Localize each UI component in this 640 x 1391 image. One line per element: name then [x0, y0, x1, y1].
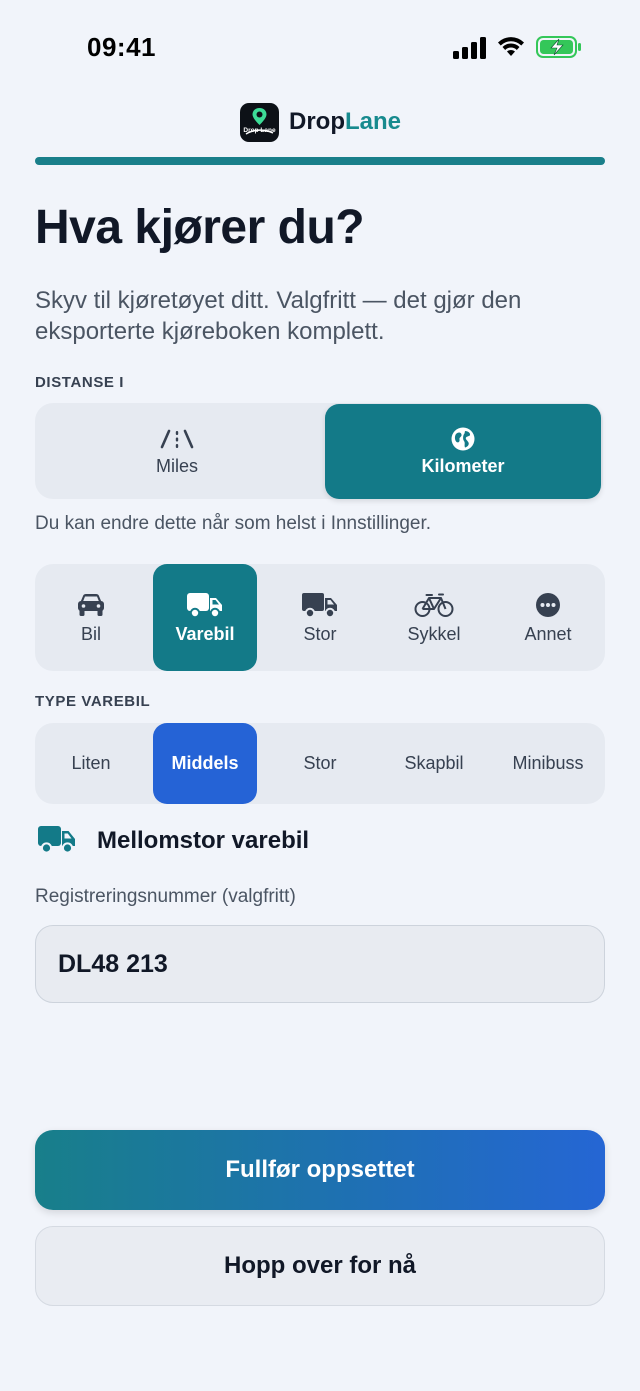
vehicle-option-stor[interactable]: Stor	[268, 564, 372, 671]
cellular-signal-icon	[453, 37, 486, 59]
distance-section-label: DISTANSE I	[35, 374, 125, 391]
van-type-option-liten[interactable]: Liten	[39, 723, 143, 804]
vehicle-option-sykkel[interactable]: Sykkel	[382, 564, 486, 671]
van-type-option-middels[interactable]: Middels	[153, 723, 257, 804]
vehicle-option-label: Sykkel	[407, 624, 461, 644]
wifi-icon	[498, 37, 524, 56]
vehicle-option-annet[interactable]: Annet	[496, 564, 600, 671]
more-icon	[535, 590, 561, 620]
vehicle-option-label: Bil	[80, 624, 101, 644]
globe-icon	[450, 426, 476, 452]
page-title: Hva kjører du?	[35, 201, 365, 254]
vehicle-option-varebil[interactable]: Varebil	[153, 564, 257, 671]
battery-charging-icon	[536, 36, 581, 58]
vehicle-option-label: Stor	[303, 624, 337, 644]
van-type-section-label: TYPE VAREBIL	[35, 693, 151, 710]
droplane-logo-icon: Drop Lane	[240, 102, 279, 142]
truck-icon	[301, 590, 339, 620]
road-icon	[159, 426, 195, 452]
car-icon	[76, 590, 106, 620]
brand-header: Drop Lane DropLane	[240, 102, 401, 142]
selected-vehicle-summary: Mellomstor varebil	[37, 822, 309, 860]
van-icon	[37, 823, 77, 860]
distance-option-label: Miles	[155, 455, 198, 476]
distance-hint: Du kan endre dette når som helst i Innst…	[35, 513, 432, 534]
vehicle-option-label: Varebil	[175, 624, 235, 644]
page-subtitle: Skyv til kjøretøyet ditt. Valgfritt — de…	[35, 287, 522, 345]
svg-text:Drop Lane: Drop Lane	[243, 127, 276, 134]
van-type-segmented-control: Liten Middels Stor Skapbil Minibuss	[35, 723, 605, 804]
status-bar: 09:41	[0, 0, 640, 96]
distance-option-miles[interactable]: Miles	[35, 403, 319, 499]
vehicle-option-bil[interactable]: Bil	[39, 564, 143, 671]
bicycle-icon	[414, 590, 454, 620]
brand-name: DropLane	[289, 108, 402, 135]
vehicle-option-label: Annet	[524, 624, 572, 644]
van-icon	[186, 590, 224, 620]
onboarding-progress-bar	[35, 157, 605, 165]
distance-unit-segmented-control: Miles Kilometer	[35, 403, 603, 499]
distance-option-kilometer[interactable]: Kilometer	[325, 404, 601, 499]
registration-label: Registreringsnummer (valgfritt)	[35, 886, 296, 907]
skip-for-now-button[interactable]: Hopp over for nå	[35, 1226, 605, 1306]
registration-input[interactable]	[35, 925, 605, 1003]
van-type-option-stor[interactable]: Stor	[268, 723, 372, 804]
distance-option-label: Kilometer	[421, 456, 505, 476]
selected-vehicle-label: Mellomstor varebil	[97, 827, 310, 854]
van-type-option-minibuss[interactable]: Minibuss	[496, 723, 600, 804]
van-type-option-skapbil[interactable]: Skapbil	[382, 723, 486, 804]
finish-setup-button[interactable]: Fullfør oppsettet	[35, 1130, 605, 1210]
vehicle-type-picker: Bil Varebil Stor Sykkel Annet	[35, 564, 605, 671]
status-time: 09:41	[87, 32, 156, 62]
